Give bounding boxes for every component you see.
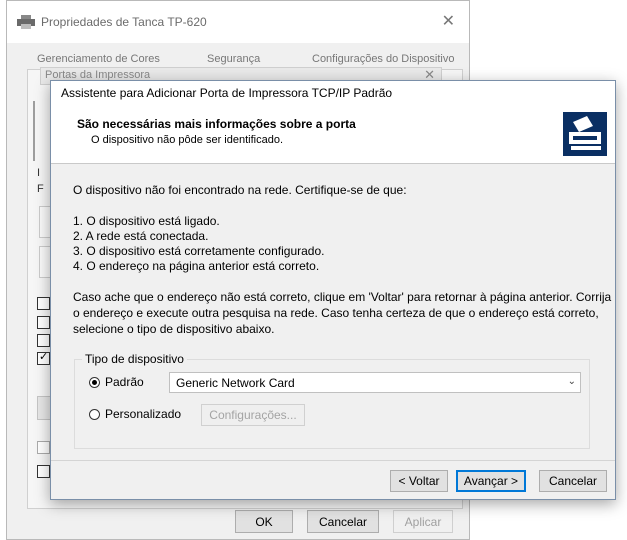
- wizard-heading: São necessárias mais informações sobre a…: [77, 117, 356, 131]
- device-type-group: Tipo de dispositivo Padrão Generic Netwo…: [74, 352, 590, 449]
- checkmark-icon: ✓: [39, 351, 49, 363]
- standard-device-select[interactable]: Generic Network Card ⌄: [169, 372, 581, 393]
- instructions-line: o endereço e execute outra pesquisa na r…: [73, 306, 599, 320]
- checkbox-checked[interactable]: ✓: [37, 351, 50, 365]
- close-icon[interactable]: ✕: [442, 11, 455, 31]
- standard-radio-label[interactable]: Padrão: [105, 375, 144, 389]
- properties-titlebar: Propriedades de Tanca TP-620 ✕: [7, 1, 469, 43]
- standard-device-value: Generic Network Card: [176, 376, 295, 390]
- checkbox[interactable]: [37, 334, 50, 347]
- cancel-button[interactable]: Cancelar: [539, 470, 607, 492]
- tab-security[interactable]: Segurança: [207, 53, 260, 65]
- printer-wizard-icon: [563, 112, 607, 156]
- device-type-legend: Tipo de dispositivo: [82, 352, 187, 366]
- footer-divider: [51, 460, 615, 461]
- next-button[interactable]: Avançar >: [456, 470, 526, 492]
- custom-radio[interactable]: [89, 409, 100, 420]
- text-fragment: F: [37, 183, 44, 195]
- add-tcpip-port-wizard: Assistente para Adicionar Porta de Impre…: [50, 80, 616, 500]
- checkbox[interactable]: [37, 316, 50, 329]
- wizard-titlebar: Assistente para Adicionar Porta de Impre…: [51, 81, 615, 105]
- checklist-item: 3. O dispositivo está corretamente confi…: [73, 244, 325, 258]
- instructions-line: Caso ache que o endereço não está corret…: [73, 290, 612, 304]
- checklist-item: 2. A rede está conectada.: [73, 229, 209, 243]
- checkbox: [37, 441, 50, 454]
- wizard-title: Assistente para Adicionar Porta de Impre…: [61, 86, 393, 100]
- chevron-down-icon[interactable]: ⌄: [568, 376, 576, 387]
- tab-color-management[interactable]: Gerenciamento de Cores: [37, 53, 160, 65]
- ok-button[interactable]: OK: [235, 510, 293, 533]
- back-button[interactable]: < Voltar: [390, 470, 448, 492]
- panel-edge: [33, 101, 35, 161]
- checklist-item: 4. O endereço na página anterior está co…: [73, 259, 320, 273]
- apply-button: Aplicar: [393, 510, 453, 533]
- checklist-item: 1. O dispositivo está ligado.: [73, 214, 220, 228]
- wizard-header: São necessárias mais informações sobre a…: [51, 105, 615, 164]
- tab-device-settings[interactable]: Configurações do Dispositivo: [312, 53, 454, 65]
- intro-text: O dispositivo não foi encontrado na rede…: [73, 183, 407, 197]
- checkbox[interactable]: [37, 297, 50, 310]
- custom-radio-label[interactable]: Personalizado: [105, 407, 181, 421]
- wizard-subheading: O dispositivo não pôde ser identificado.: [91, 134, 284, 146]
- cancel-button[interactable]: Cancelar: [307, 510, 379, 533]
- printer-icon: [17, 15, 35, 29]
- instructions-line: selecione o tipo de dispositivo abaixo.: [73, 322, 275, 336]
- standard-radio[interactable]: [89, 377, 100, 388]
- radio-selected-dot: [92, 380, 97, 385]
- settings-button: Configurações...: [201, 404, 305, 426]
- checkbox[interactable]: [37, 465, 50, 478]
- text-fragment: I: [37, 167, 41, 179]
- properties-window-title: Propriedades de Tanca TP-620: [41, 15, 207, 29]
